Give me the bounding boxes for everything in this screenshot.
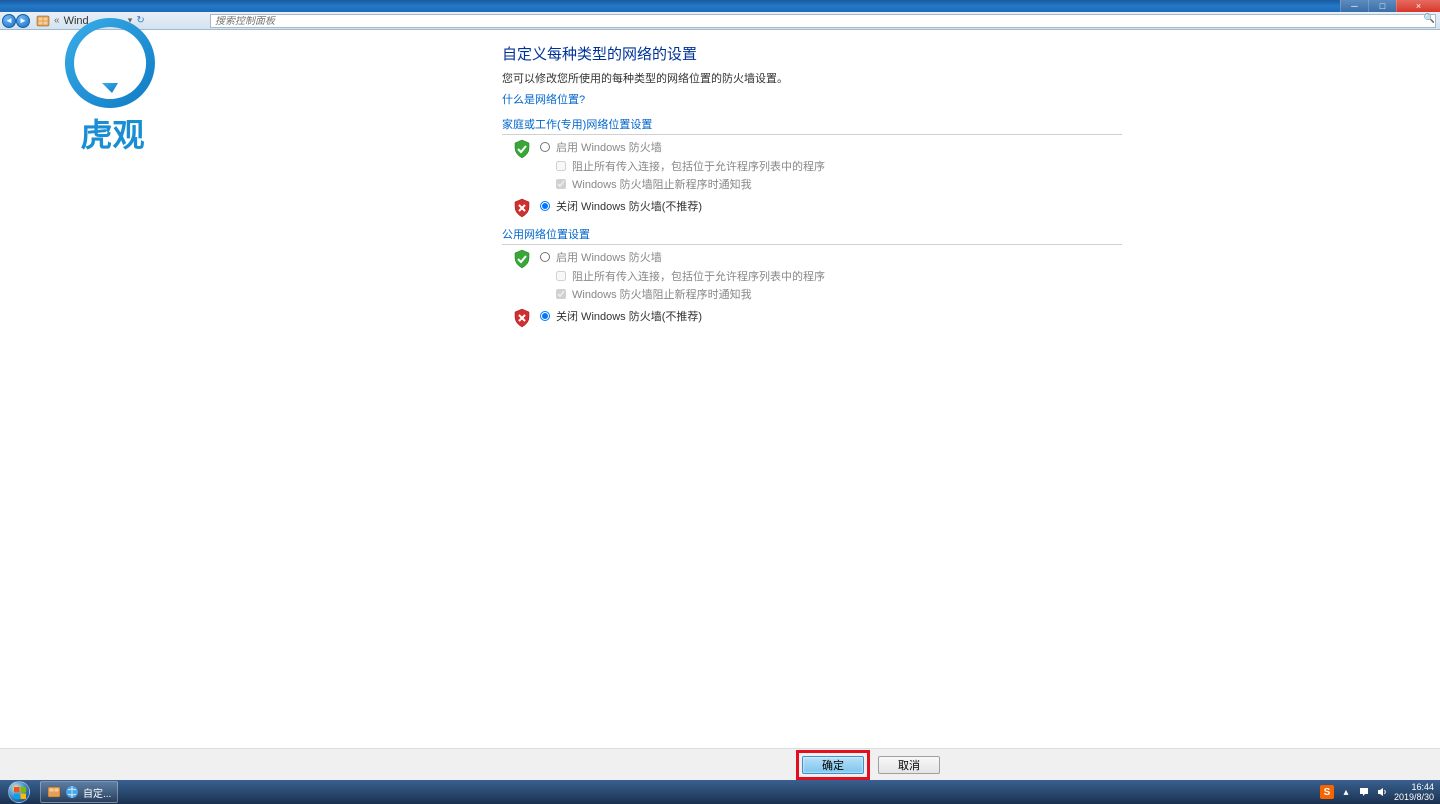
private-disable-label: 关闭 Windows 防火墙(不推荐) [556,198,702,214]
search-input[interactable] [215,16,1431,27]
content-area: 自定义每种类型的网络的设置 您可以修改您所使用的每种类型的网络位置的防火墙设置。… [0,30,1440,748]
dialog-footer: 确定 取消 [0,748,1440,780]
tray-date-text: 2019/8/30 [1394,792,1434,802]
volume-icon[interactable] [1376,786,1388,798]
page-subtitle: 您可以修改您所使用的每种类型的网络位置的防火墙设置。 [502,70,1122,86]
private-notify-label: Windows 防火墙阻止新程序时通知我 [572,176,752,192]
public-disable-label: 关闭 Windows 防火墙(不推荐) [556,308,702,324]
search-box[interactable] [210,14,1436,28]
system-tray: S ▴ 16:44 2019/8/30 [1320,780,1438,804]
private-blockall-checkbox [556,161,566,171]
tray-clock[interactable]: 16:44 2019/8/30 [1394,782,1438,803]
minimize-button[interactable]: ─ [1340,0,1368,12]
window-titlebar: ─ □ × [0,0,1440,12]
public-network-header: 公用网络位置设置 [502,226,1122,245]
private-disable-radio[interactable] [540,201,550,211]
public-blockall-label: 阻止所有传入连接，包括位于允许程序列表中的程序 [572,268,825,284]
public-notify-checkbox [556,289,566,299]
shield-green-icon [512,249,532,269]
sogou-ime-icon[interactable]: S [1320,785,1334,799]
ok-button[interactable]: 确定 [802,756,864,774]
refresh-button[interactable]: ↻ [136,15,144,26]
start-button[interactable] [0,780,38,804]
shield-red-icon [512,308,532,328]
public-enable-label: 启用 Windows 防火墙 [556,249,662,265]
private-notify-checkbox [556,179,566,189]
help-link[interactable]: 什么是网络位置? [502,94,585,106]
windows-logo-icon [8,781,30,803]
maximize-button[interactable]: □ [1368,0,1396,12]
taskbar: 自定... S ▴ 16:44 2019/8/30 [0,780,1440,804]
action-center-icon[interactable] [1358,786,1370,798]
breadcrumb-separator: « [54,15,60,26]
tray-time-text: 16:44 [1394,782,1434,792]
globe-icon [65,785,79,799]
private-network-header: 家庭或工作(专用)网络位置设置 [502,116,1122,135]
ok-button-highlight: 确定 [796,750,870,780]
shield-red-icon [512,198,532,218]
public-disable-radio[interactable] [540,311,550,321]
close-button[interactable]: × [1396,0,1440,12]
page-title: 自定义每种类型的网络的设置 [502,43,1122,64]
explorer-navbar: ◄ ► « Wind... ▾ ↻ 🔍 [0,12,1440,30]
private-blockall-label: 阻止所有传入连接，包括位于允许程序列表中的程序 [572,158,825,174]
tray-overflow-icon[interactable]: ▴ [1340,786,1352,798]
private-enable-radio[interactable] [540,142,550,152]
shield-green-icon [512,139,532,159]
public-enable-radio[interactable] [540,252,550,262]
breadcrumb-dropdown[interactable]: ▾ [128,15,133,26]
cancel-button[interactable]: 取消 [878,756,940,774]
private-enable-label: 启用 Windows 防火墙 [556,139,662,155]
control-panel-icon [36,14,50,28]
taskbar-item-label: 自定... [83,785,111,800]
public-blockall-checkbox [556,271,566,281]
public-notify-label: Windows 防火墙阻止新程序时通知我 [572,286,752,302]
breadcrumb-item[interactable]: Wind... [64,15,98,27]
nav-forward-button[interactable]: ► [16,14,30,28]
nav-back-button[interactable]: ◄ [2,14,16,28]
control-panel-icon [47,785,61,799]
taskbar-item[interactable]: 自定... [40,781,118,803]
search-icon[interactable]: 🔍 [1424,13,1435,24]
